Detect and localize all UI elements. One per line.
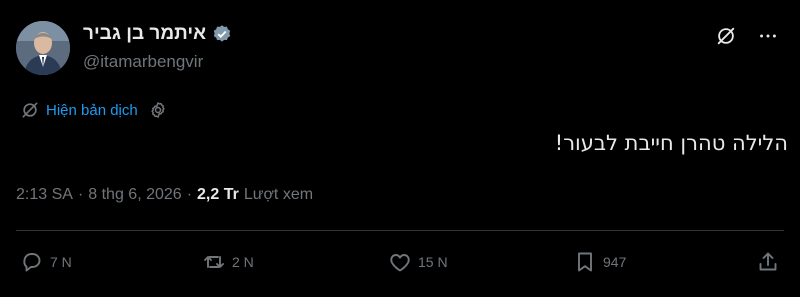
reply-icon bbox=[23, 253, 41, 272]
show-translation-link[interactable]: Hiện bản dịch bbox=[20, 100, 168, 120]
show-translation-label[interactable]: Hiện bản dịch bbox=[46, 102, 138, 119]
author-handle[interactable]: @itamarbengvir bbox=[83, 52, 203, 72]
tweet-text: הלילה טהרן חייבת לבעור! bbox=[554, 131, 788, 155]
author-display-name[interactable]: איתמר בן גביר bbox=[83, 23, 206, 45]
like-count: 15 N bbox=[418, 254, 448, 270]
gear-icon[interactable] bbox=[148, 100, 168, 120]
divider bbox=[16, 230, 784, 231]
share-icon bbox=[759, 252, 777, 271]
meta-separator: · bbox=[186, 186, 193, 203]
tweet-meta: 2:13 SA · 8 thg 6, 2026 · 2,2 Tr Lượt xe… bbox=[16, 186, 313, 204]
share-button[interactable] bbox=[756, 250, 780, 274]
tweet-date[interactable]: 8 thg 6, 2026 bbox=[88, 186, 181, 204]
bookmark-count: 947 bbox=[603, 254, 627, 270]
views-label: Lượt xem bbox=[243, 186, 314, 203]
views-count[interactable]: 2,2 Tr bbox=[197, 186, 239, 204]
like-button[interactable]: 15 N bbox=[388, 250, 448, 274]
repost-icon bbox=[204, 256, 224, 268]
verified-badge-icon bbox=[213, 25, 231, 42]
top-actions bbox=[714, 24, 780, 48]
bookmark-icon bbox=[578, 252, 592, 272]
reply-button[interactable]: 7 N bbox=[20, 250, 72, 274]
more-options-icon[interactable] bbox=[756, 24, 780, 48]
avatar[interactable] bbox=[16, 21, 70, 75]
heart-icon bbox=[390, 254, 410, 272]
reply-count: 7 N bbox=[50, 254, 72, 270]
tweet-time[interactable]: 2:13 SA bbox=[16, 186, 73, 204]
grok-translate-icon bbox=[22, 102, 38, 118]
grok-icon[interactable] bbox=[714, 24, 738, 48]
repost-count: 2 N bbox=[232, 254, 254, 270]
bookmark-button[interactable]: 947 bbox=[573, 250, 626, 274]
repost-button[interactable]: 2 N bbox=[202, 250, 254, 274]
meta-separator: · bbox=[77, 186, 84, 203]
author-name-row[interactable]: איתמר בן גביר bbox=[83, 23, 232, 45]
action-bar: 7 N 2 N 15 N 947 bbox=[20, 250, 784, 278]
avatar-image bbox=[16, 21, 70, 75]
